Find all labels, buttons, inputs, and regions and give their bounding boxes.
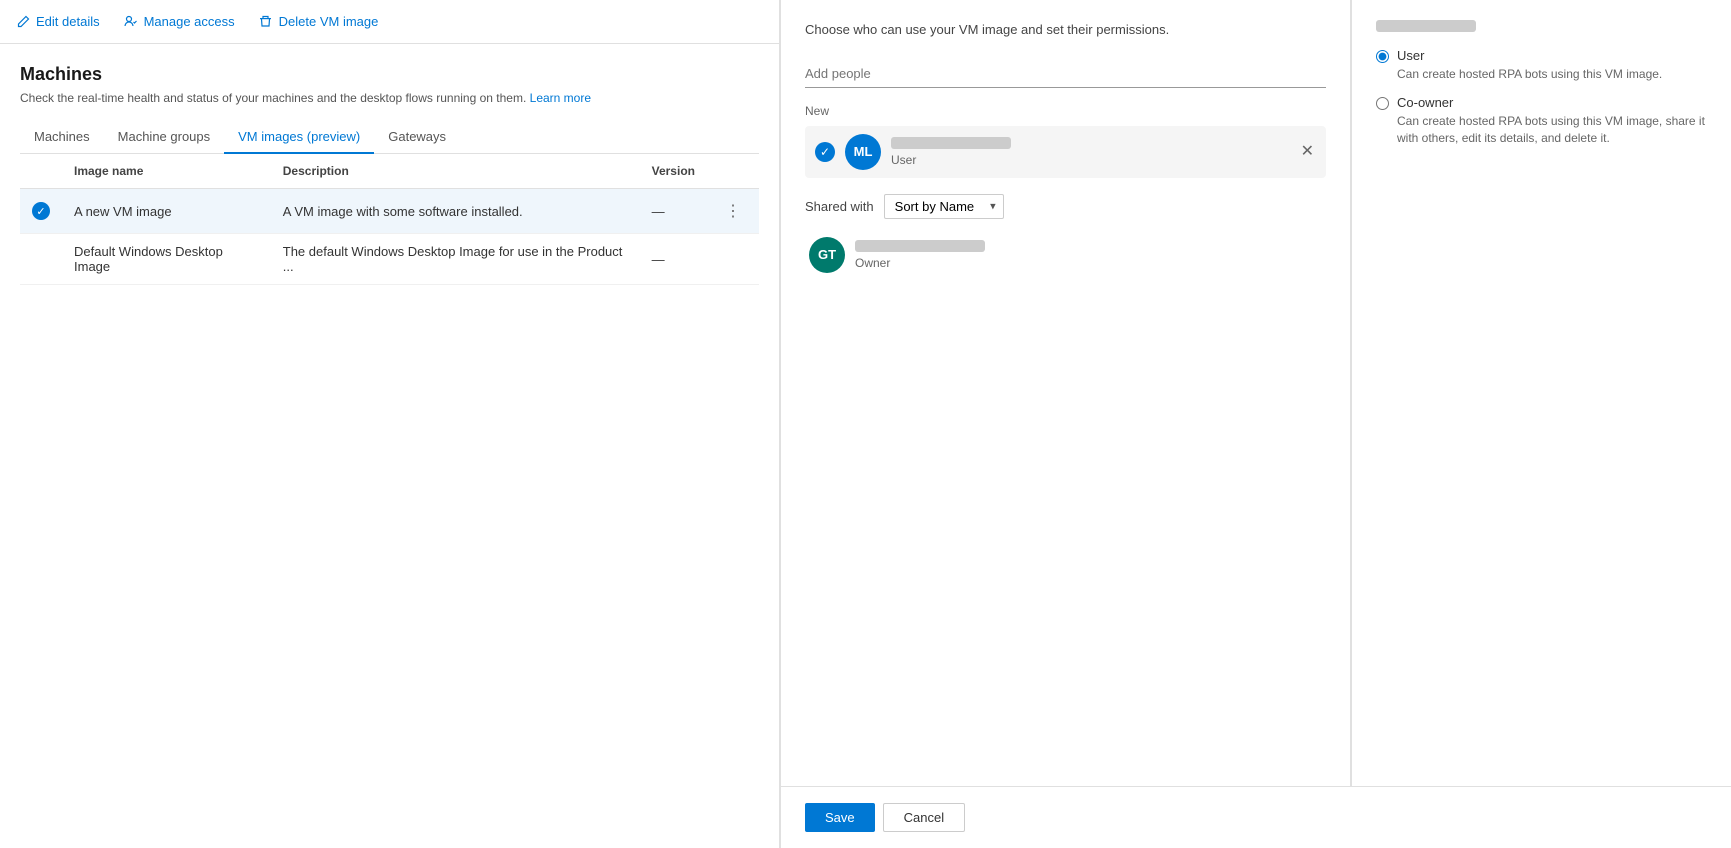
left-panel: Edit details Manage access Delete VM i bbox=[0, 0, 780, 848]
row-select-cell bbox=[20, 189, 62, 234]
row-image-name: A new VM image bbox=[62, 189, 271, 234]
tab-machines[interactable]: Machines bbox=[20, 121, 104, 154]
coowner-role-option: Co-owner Can create hosted RPA bots usin… bbox=[1376, 95, 1707, 147]
col-actions bbox=[707, 154, 759, 189]
remove-new-person-button[interactable]: ✕ bbox=[1299, 142, 1316, 162]
shared-with-header: Shared with Sort by Name bbox=[805, 194, 1326, 219]
vm-images-table-container: Image name Description Version A new VM … bbox=[20, 154, 759, 848]
learn-more-link[interactable]: Learn more bbox=[530, 91, 591, 105]
manage-access-icon bbox=[124, 15, 138, 29]
owner-name bbox=[855, 240, 985, 252]
add-people-section bbox=[805, 60, 1326, 88]
page-title: Machines bbox=[20, 64, 759, 85]
current-user-name-placeholder bbox=[1376, 20, 1476, 32]
page-description: Check the real-time health and status of… bbox=[20, 91, 759, 105]
cancel-button[interactable]: Cancel bbox=[883, 803, 965, 832]
user-role-label[interactable]: User bbox=[1397, 48, 1424, 63]
coowner-role-radio[interactable] bbox=[1376, 97, 1389, 110]
col-select bbox=[20, 154, 62, 189]
row-select-cell bbox=[20, 234, 62, 285]
row-version: — bbox=[640, 234, 707, 285]
row-more-cell: ⋮ bbox=[707, 189, 759, 234]
tab-gateways[interactable]: Gateways bbox=[374, 121, 460, 154]
new-person-info: User bbox=[891, 137, 1289, 167]
col-image-name: Image name bbox=[62, 154, 271, 189]
panel-description: Choose who can use your VM image and set… bbox=[805, 20, 1326, 40]
table-row[interactable]: A new VM image A VM image with some soft… bbox=[20, 189, 759, 234]
sort-dropdown[interactable]: Sort by Name bbox=[884, 194, 1004, 219]
main-content: Machines Check the real-time health and … bbox=[0, 44, 779, 848]
user-role-details: User Can create hosted RPA bots using th… bbox=[1397, 48, 1662, 83]
row-image-name: Default Windows Desktop Image bbox=[62, 234, 271, 285]
permissions-section: User Can create hosted RPA bots using th… bbox=[1351, 0, 1731, 786]
coowner-role-description: Can create hosted RPA bots using this VM… bbox=[1397, 113, 1707, 147]
person-selected-check: ✓ bbox=[815, 142, 835, 162]
new-label: New bbox=[805, 104, 1326, 118]
new-person-avatar: ML bbox=[845, 134, 881, 170]
access-body: Choose who can use your VM image and set… bbox=[781, 0, 1350, 786]
toolbar: Edit details Manage access Delete VM i bbox=[0, 0, 779, 44]
shared-with-label: Shared with bbox=[805, 199, 874, 214]
row-description: A VM image with some software installed. bbox=[271, 189, 640, 234]
user-role-radio[interactable] bbox=[1376, 50, 1389, 63]
manage-access-panel: Choose who can use your VM image and set… bbox=[780, 0, 1731, 848]
panel-footer: Save Cancel bbox=[781, 786, 1731, 848]
user-role-option: User Can create hosted RPA bots using th… bbox=[1376, 48, 1707, 83]
tab-machine-groups[interactable]: Machine groups bbox=[104, 121, 225, 154]
user-role-description: Can create hosted RPA bots using this VM… bbox=[1397, 66, 1662, 83]
edit-icon bbox=[16, 15, 30, 29]
coowner-role-details: Co-owner Can create hosted RPA bots usin… bbox=[1397, 95, 1707, 147]
sort-dropdown-wrapper: Sort by Name bbox=[884, 194, 1004, 219]
owner-info: Owner bbox=[855, 240, 1322, 270]
row-more-cell bbox=[707, 234, 759, 285]
new-person-row: ✓ ML User ✕ bbox=[805, 126, 1326, 178]
row-version: — bbox=[640, 189, 707, 234]
table-row[interactable]: Default Windows Desktop Image The defaul… bbox=[20, 234, 759, 285]
selected-checkbox bbox=[32, 202, 50, 220]
tab-vm-images[interactable]: VM images (preview) bbox=[224, 121, 374, 154]
right-container: Choose who can use your VM image and set… bbox=[781, 0, 1731, 786]
save-button[interactable]: Save bbox=[805, 803, 875, 832]
new-person-role: User bbox=[891, 153, 916, 167]
row-description: The default Windows Desktop Image for us… bbox=[271, 234, 640, 285]
owner-row: GT Owner bbox=[805, 231, 1326, 279]
tabs-bar: Machines Machine groups VM images (previ… bbox=[20, 121, 759, 154]
owner-avatar: GT bbox=[809, 237, 845, 273]
edit-details-button[interactable]: Edit details bbox=[16, 10, 100, 33]
coowner-role-label[interactable]: Co-owner bbox=[1397, 95, 1453, 110]
delete-vm-image-button[interactable]: Delete VM image bbox=[259, 10, 379, 33]
row-more-button[interactable]: ⋮ bbox=[719, 199, 747, 223]
add-people-input[interactable] bbox=[805, 60, 1326, 88]
owner-label: Owner bbox=[855, 256, 890, 270]
manage-access-button[interactable]: Manage access bbox=[124, 10, 235, 33]
new-person-name bbox=[891, 137, 1011, 149]
delete-icon bbox=[259, 15, 273, 29]
vm-images-table: Image name Description Version A new VM … bbox=[20, 154, 759, 285]
col-version: Version bbox=[640, 154, 707, 189]
col-description: Description bbox=[271, 154, 640, 189]
